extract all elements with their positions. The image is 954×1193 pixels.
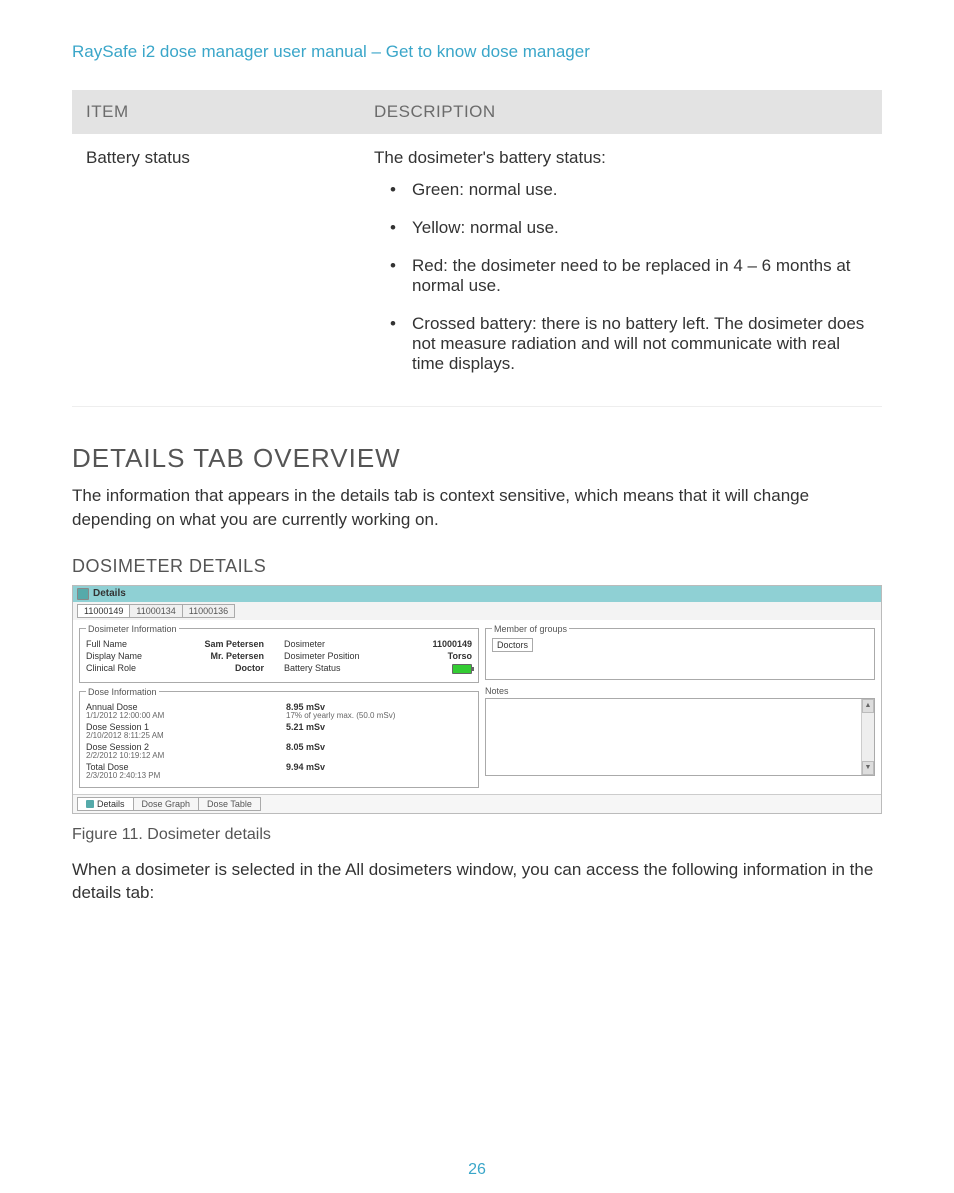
scroll-down-icon[interactable]: ▼ [862,761,874,775]
panel-icon [77,588,89,600]
field-label: Full Name [86,639,176,649]
bullet: Green: normal use. [382,180,868,218]
field-value: Sam Petersen [184,639,264,649]
field-label: Battery Status [272,663,394,675]
col-header-description: DESCRIPTION [360,90,882,134]
top-tab-row: 11000149 11000134 11000136 [73,602,881,620]
field-value: Torso [402,651,472,661]
description-cell: The dosimeter's battery status: Green: n… [360,134,882,407]
groups-legend: Member of groups [492,624,569,634]
notes-textarea[interactable]: ▲ ▼ [485,698,875,776]
description-intro: The dosimeter's battery status: [374,148,868,168]
field-label: Dosimeter [272,639,394,649]
dose-timestamp: 2/3/2010 2:40:13 PM [86,771,246,780]
figure-caption: Figure 11. Dosimeter details [72,826,882,844]
item-cell: Battery status [72,134,360,407]
groups-fieldset: Member of groups Doctors [485,624,875,680]
tab-dosimeter-1[interactable]: 11000149 [77,604,130,618]
following-text: When a dosimeter is selected in the All … [72,858,882,906]
bottom-tab-dose-graph[interactable]: Dose Graph [133,797,200,811]
dose-value: 5.21 mSv [246,722,472,740]
bottom-tab-row: Details Dose Graph Dose Table [73,794,881,813]
tab-dosimeter-3[interactable]: 11000136 [182,604,235,618]
battery-status-value [402,663,472,675]
battery-icon [452,664,472,674]
panel-title: Details [93,588,126,599]
dose-info-group: Dose Information Annual Dose 1/1/2012 12… [79,687,479,788]
section-intro: The information that appears in the deta… [72,484,882,532]
dose-timestamp: 2/10/2012 8:11:25 AM [86,731,246,740]
col-header-item: ITEM [72,90,360,134]
field-value: Mr. Petersen [184,651,264,661]
details-panel: Details 11000149 11000134 11000136 Dosim… [72,585,882,814]
description-table: ITEM DESCRIPTION Battery status The dosi… [72,90,882,407]
bottom-tab-label: Details [97,799,125,809]
dose-info-legend: Dose Information [86,687,159,697]
dosimeter-info-legend: Dosimeter Information [86,624,179,634]
page-number: 26 [0,1161,954,1179]
dosimeter-info-group: Dosimeter Information Full Name Sam Pete… [79,624,479,683]
field-label: Clinical Role [86,663,176,675]
tab-dosimeter-2[interactable]: 11000134 [129,604,182,618]
bullet: Red: the dosimeter need to be replaced i… [382,256,868,314]
scrollbar[interactable]: ▲ ▼ [861,699,874,775]
field-label: Display Name [86,651,176,661]
bottom-tab-dose-table[interactable]: Dose Table [198,797,261,811]
bottom-tab-details[interactable]: Details [77,797,134,811]
notes-label: Notes [485,686,875,696]
breadcrumb: RaySafe i2 dose manager user manual – Ge… [72,42,882,62]
dose-extra: 17% of yearly max. (50.0 mSv) [246,711,472,720]
scroll-up-icon[interactable]: ▲ [862,699,874,713]
field-value: Doctor [184,663,264,675]
field-value: 11000149 [402,639,472,649]
details-tab-icon [86,800,94,808]
dose-value: 9.94 mSv [246,762,472,780]
bullet: Crossed battery: there is no battery lef… [382,314,868,392]
dose-value: 8.05 mSv [246,742,472,760]
field-label: Dosimeter Position [272,651,394,661]
dose-timestamp: 1/1/2012 12:00:00 AM [86,711,246,720]
bullet: Yellow: normal use. [382,218,868,256]
panel-titlebar: Details [73,586,881,602]
section-title: DETAILS TAB OVERVIEW [72,443,882,474]
table-row: Battery status The dosimeter's battery s… [72,134,882,407]
dose-timestamp: 2/2/2012 10:19:12 AM [86,751,246,760]
subsection-title: DOSIMETER DETAILS [72,556,882,577]
group-chip[interactable]: Doctors [492,638,533,652]
